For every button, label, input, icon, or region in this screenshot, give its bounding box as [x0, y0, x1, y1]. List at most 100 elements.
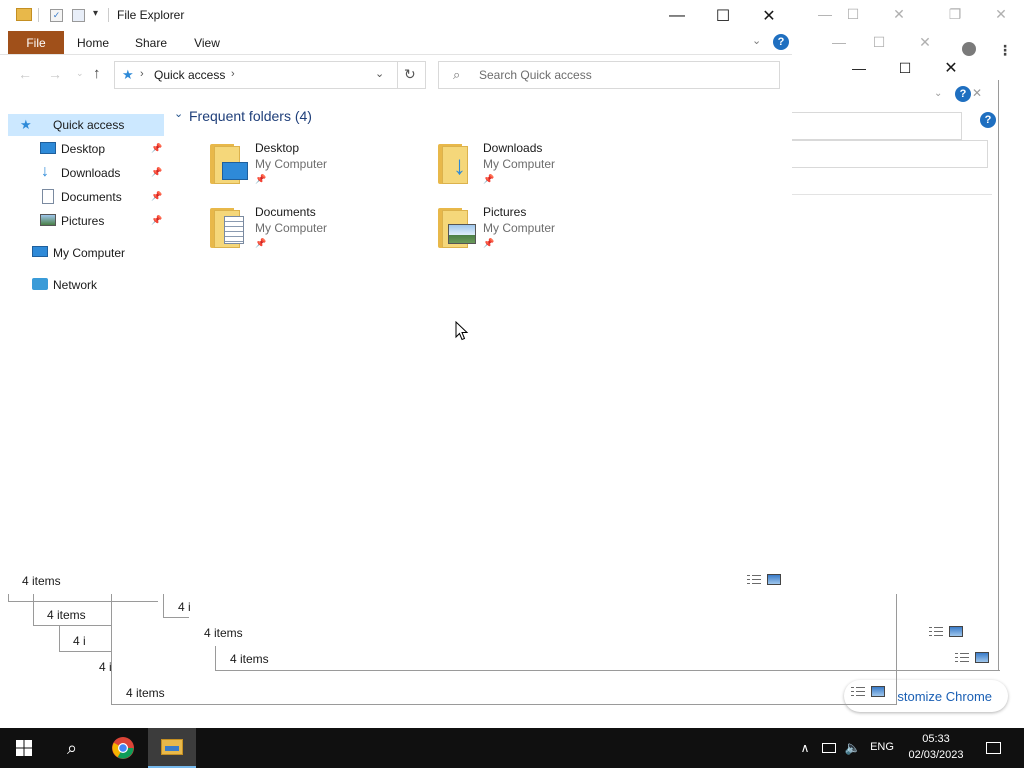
address-dropdown-icon[interactable]: ⌄: [375, 67, 384, 80]
close-icon[interactable]: ✕: [746, 0, 792, 31]
nav-label: Downloads: [61, 166, 121, 180]
clock-time[interactable]: 05:33: [902, 733, 970, 745]
tile-name: Downloads: [483, 141, 543, 155]
nav-item-documents[interactable]: Documents 📌: [8, 186, 164, 208]
group-header-frequent-folders[interactable]: Frequent folders (4): [189, 108, 312, 124]
file-explorer-taskbar-button[interactable]: [148, 728, 196, 768]
status-item-count: 4 items: [204, 626, 243, 640]
folder-icon: ↓: [438, 142, 478, 186]
large-icons-view-icon[interactable]: [975, 652, 989, 663]
tab-file[interactable]: File: [8, 31, 64, 54]
tile-location: My Computer: [483, 157, 556, 171]
maximize-icon[interactable]: ☐: [700, 0, 746, 31]
stacked-window-9: [215, 670, 1000, 671]
tile-location: My Computer: [255, 157, 328, 171]
clock-date[interactable]: 02/03/2023: [902, 749, 970, 761]
large-icons-view-icon[interactable]: [949, 626, 963, 637]
qat-divider: [38, 8, 39, 22]
folder-icon: [161, 739, 183, 755]
bg-restore-icon[interactable]: ❐: [932, 0, 978, 28]
breadcrumb-chevron-icon[interactable]: ›: [140, 68, 144, 80]
pin-icon: 📌: [255, 174, 267, 184]
pin-icon[interactable]: 📌: [151, 143, 162, 154]
title-bar: ✓ ▾ File Explorer — ☐ ✕: [0, 0, 792, 31]
pin-icon: 📌: [483, 238, 495, 248]
nav-label: Desktop: [61, 142, 106, 156]
bg-close-icon-2[interactable]: ✕: [978, 0, 1024, 28]
bg-maximize-icon-3[interactable]: ☐: [882, 54, 928, 82]
quick-access-star-icon: ★: [20, 117, 32, 132]
file-explorer-icon: [16, 8, 32, 21]
nav-item-desktop[interactable]: Desktop 📌: [8, 138, 164, 160]
file-explorer-window: ✓ ▾ File Explorer — ☐ ✕ File Home Share …: [0, 0, 792, 594]
volume-icon[interactable]: 🔈: [843, 728, 863, 768]
start-button[interactable]: [0, 728, 48, 768]
forward-arrow-icon[interactable]: →: [48, 66, 62, 82]
show-hidden-icons-chevron-icon[interactable]: ∧: [795, 728, 815, 768]
language-indicator[interactable]: ENG: [866, 741, 898, 753]
window-title: File Explorer: [117, 8, 185, 22]
bg-help-icon[interactable]: ?: [955, 86, 971, 102]
details-view-icon[interactable]: [851, 686, 865, 697]
expand-ribbon-icon[interactable]: ⌄: [752, 34, 761, 47]
status-item-count: 4 i: [178, 600, 191, 614]
bg-close-icon-3[interactable]: ✕: [902, 28, 948, 56]
refresh-icon[interactable]: ↻: [404, 66, 416, 83]
network-icon: [32, 278, 48, 290]
status-item-count: 4 i: [99, 660, 112, 674]
computer-icon: [32, 246, 48, 257]
bg-ribbon-expand-icon[interactable]: ⌄: [934, 88, 942, 99]
nav-item-pictures[interactable]: Pictures 📌: [8, 210, 164, 232]
bg-close-icon-4[interactable]: ✕: [928, 54, 974, 82]
back-arrow-icon[interactable]: ←: [18, 66, 32, 82]
pin-icon: 📌: [255, 238, 267, 248]
nav-item-network[interactable]: Network: [8, 274, 164, 296]
recent-locations-icon[interactable]: ⌄: [76, 68, 84, 79]
breadcrumb-quick-access[interactable]: Quick access: [154, 68, 225, 82]
breadcrumb-chevron-icon[interactable]: ›: [231, 68, 235, 80]
bg-close-icon-5[interactable]: ✕: [972, 86, 982, 100]
properties-icon[interactable]: ✓: [50, 9, 63, 22]
details-view-icon[interactable]: [929, 626, 943, 637]
tab-share[interactable]: Share: [128, 31, 174, 54]
search-input[interactable]: ⌕ Search Quick access: [438, 61, 780, 89]
bg-search-box[interactable]: [792, 112, 962, 140]
notifications-icon[interactable]: [979, 728, 1007, 768]
folder-icon: [210, 142, 250, 186]
tab-home[interactable]: Home: [70, 31, 116, 54]
bg-maximize-icon-2[interactable]: ☐: [856, 28, 902, 56]
bg-maximize-icon[interactable]: ☐: [830, 0, 876, 28]
minimize-icon[interactable]: —: [654, 0, 700, 31]
bg-help-icon-2[interactable]: ?: [980, 112, 996, 128]
pin-icon[interactable]: 📌: [151, 191, 162, 202]
address-bar[interactable]: ★ › Quick access › ⌄ ↻: [114, 61, 426, 89]
new-folder-icon[interactable]: [72, 9, 85, 22]
details-view-icon[interactable]: [955, 652, 969, 663]
qat-customize-icon[interactable]: ▾: [93, 8, 98, 19]
up-arrow-icon[interactable]: ↑: [93, 65, 101, 82]
taskbar: ⌕ ∧ 🔈 ENG 05:33 02/03/2023: [0, 728, 1024, 768]
large-icons-view-icon[interactable]: [767, 574, 781, 585]
collapse-group-icon[interactable]: ⌄: [174, 107, 183, 120]
network-status-icon[interactable]: [819, 728, 839, 768]
pictures-icon: [40, 214, 56, 226]
pin-icon[interactable]: 📌: [151, 215, 162, 226]
bg-search-box-2[interactable]: [792, 140, 988, 168]
nav-item-downloads[interactable]: ↓ Downloads 📌: [8, 162, 164, 184]
view-toggle-group: [929, 626, 963, 637]
background-window-chrome: — ☐ ✕ ❐ ✕ — ☐ ✕ ⋮ — ☐ ✕ ⌄ ? ✕ ? stomize …: [792, 0, 1024, 728]
nav-item-quick-access[interactable]: ★ Quick access: [8, 114, 164, 136]
details-view-icon[interactable]: [747, 574, 761, 585]
large-icons-view-icon[interactable]: [871, 686, 885, 697]
search-icon[interactable]: ⌕: [48, 728, 96, 768]
help-icon[interactable]: ?: [773, 34, 789, 50]
chrome-taskbar-button[interactable]: [99, 728, 147, 768]
bg-minimize-icon-3[interactable]: —: [836, 54, 882, 82]
pin-icon[interactable]: 📌: [151, 167, 162, 178]
tile-name: Pictures: [483, 205, 527, 219]
bg-close-icon[interactable]: ✕: [876, 0, 922, 28]
tab-view[interactable]: View: [186, 31, 228, 54]
tile-location: My Computer: [255, 221, 328, 235]
chrome-menu-icon[interactable]: ⋮: [998, 42, 1012, 59]
nav-item-my-computer[interactable]: My Computer: [8, 242, 164, 264]
